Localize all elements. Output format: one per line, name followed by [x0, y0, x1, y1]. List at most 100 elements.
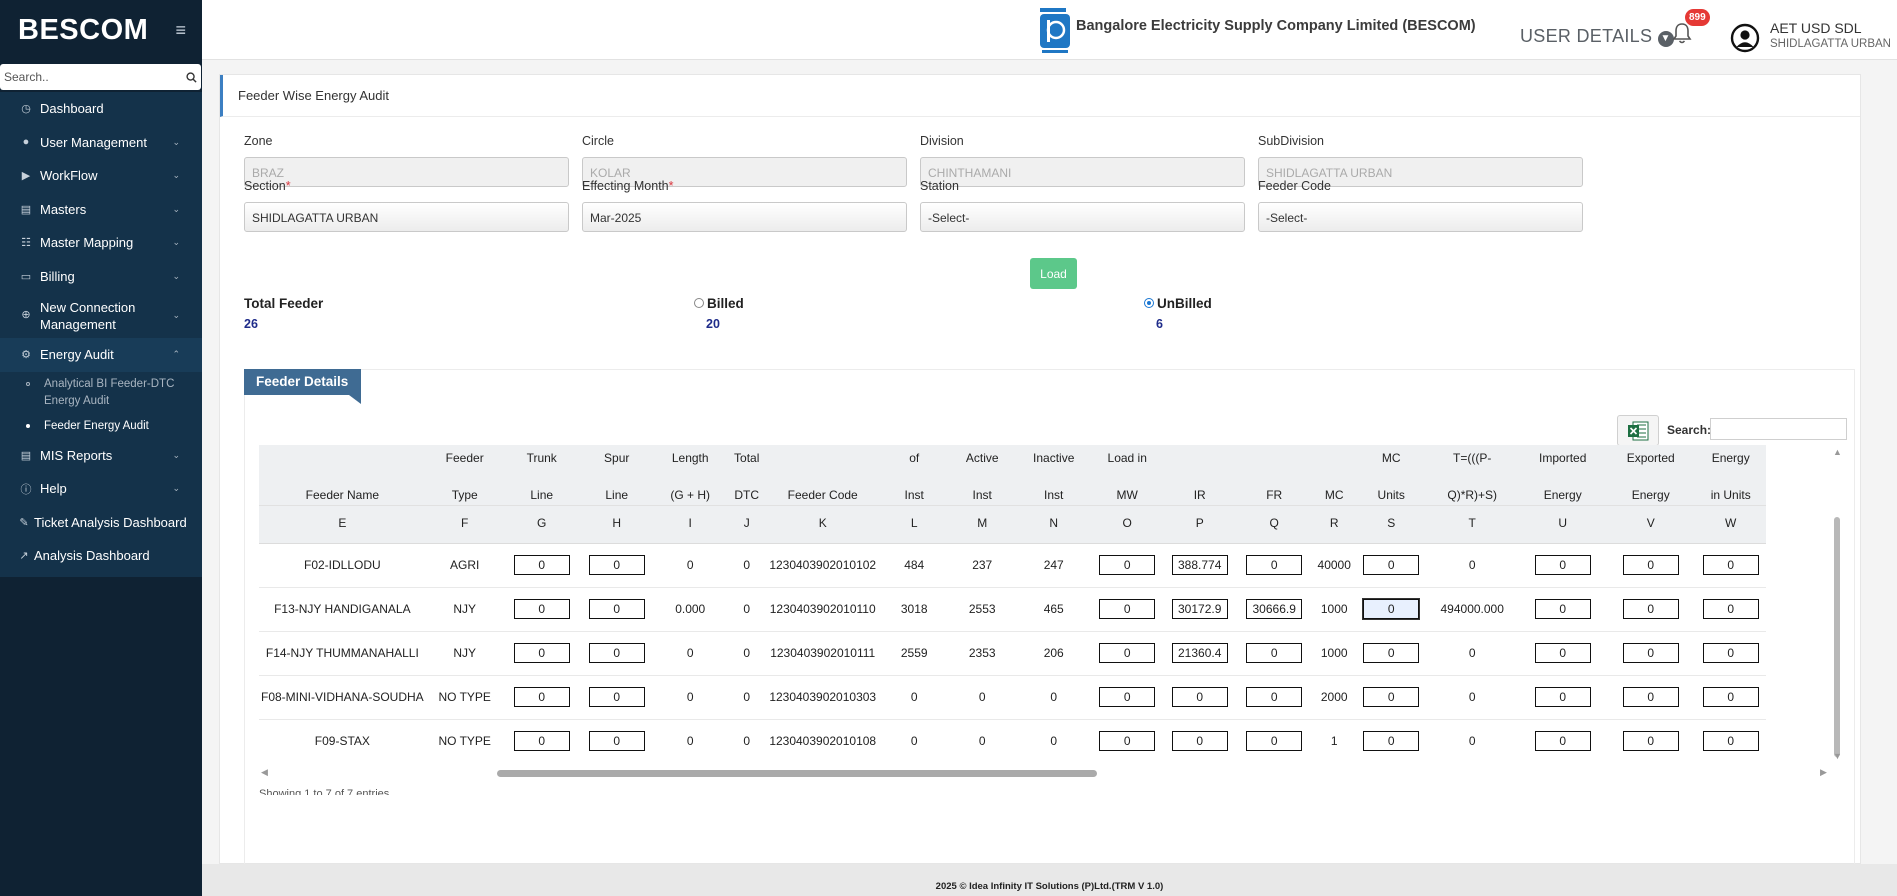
column-header[interactable] — [259, 445, 426, 467]
column-header[interactable]: Feeder — [425, 445, 504, 467]
sidebar-item-billing[interactable]: ▭ Billing ⌄ — [0, 260, 202, 294]
sidebar-search-input[interactable] — [4, 70, 186, 84]
column-header[interactable]: MC — [1310, 467, 1358, 505]
sidebar-item-analysis-dashboard[interactable]: ↗ Analysis Dashboard — [0, 539, 202, 573]
scroll-up-icon[interactable]: ▲ — [1833, 447, 1842, 457]
column-header[interactable]: Exported — [1605, 445, 1696, 467]
hamburger-icon[interactable]: ≡ — [175, 20, 186, 41]
unbilled-radio[interactable]: UnBilled — [1144, 296, 1212, 311]
cell-input-p[interactable] — [1171, 643, 1228, 663]
column-header[interactable]: F — [425, 504, 504, 544]
table-search-input[interactable] — [1710, 418, 1847, 440]
cell-input-q[interactable] — [1246, 643, 1303, 663]
column-header[interactable]: T=(((P- — [1424, 445, 1520, 467]
sidebar-item-new-connection[interactable]: ⊕ New Connection Management ⌄ — [0, 293, 202, 338]
column-header[interactable]: Total — [726, 445, 767, 467]
column-header[interactable]: T — [1424, 504, 1520, 544]
column-header[interactable]: Energy — [1695, 445, 1766, 467]
cell-input-g[interactable] — [513, 555, 570, 575]
column-header[interactable]: Line — [579, 467, 654, 505]
column-header[interactable]: W — [1695, 504, 1766, 544]
cell-input-s[interactable] — [1363, 643, 1420, 663]
cell-input-u[interactable] — [1534, 599, 1591, 619]
column-header[interactable]: MC — [1357, 445, 1425, 467]
cell-input-o[interactable] — [1099, 555, 1156, 575]
column-header[interactable]: E — [259, 504, 426, 544]
cell-input-o[interactable] — [1099, 687, 1156, 707]
column-header[interactable] — [1237, 445, 1311, 467]
cell-input-u[interactable] — [1534, 731, 1591, 751]
user-details-dropdown[interactable]: USER DETAILS ▼ — [1520, 26, 1674, 47]
sidebar-item-masters[interactable]: ▤ Masters ⌄ — [0, 193, 202, 227]
bell-icon[interactable] — [1672, 22, 1692, 44]
column-header[interactable]: Inactive — [1014, 445, 1093, 467]
cell-input-p[interactable] — [1171, 687, 1228, 707]
cell-input-h[interactable] — [588, 599, 645, 619]
brand-logo[interactable]: BESCOM — [18, 14, 148, 47]
cell-input-u[interactable] — [1534, 687, 1591, 707]
horizontal-scroll-thumb[interactable] — [497, 770, 1097, 777]
sidebar-item-mis-reports[interactable]: ▤ MIS Reports ⌄ — [0, 439, 202, 473]
column-header[interactable]: Line — [503, 467, 580, 505]
scroll-down-icon[interactable]: ▼ — [1833, 751, 1842, 761]
cell-input-p[interactable] — [1171, 599, 1228, 619]
cell-input-v[interactable] — [1622, 555, 1679, 575]
cell-input-v[interactable] — [1622, 687, 1679, 707]
cell-input-p[interactable] — [1171, 731, 1228, 751]
sidebar-item-ticket-analysis[interactable]: ✎ Ticket Analysis Dashboard — [0, 506, 202, 540]
search-icon[interactable] — [186, 71, 197, 83]
cell-input-q[interactable] — [1246, 555, 1303, 575]
cell-input-v[interactable] — [1622, 599, 1679, 619]
column-header[interactable]: P — [1161, 504, 1238, 544]
column-header[interactable] — [1310, 445, 1358, 467]
load-button[interactable]: Load — [1030, 258, 1077, 289]
cell-input-o[interactable] — [1099, 731, 1156, 751]
radio-selected-icon[interactable] — [1144, 298, 1154, 309]
cell-input-s[interactable] — [1363, 687, 1420, 707]
column-header[interactable]: Q — [1237, 504, 1311, 544]
column-header[interactable]: Spur — [579, 445, 654, 467]
vertical-scroll-thumb[interactable] — [1834, 517, 1840, 757]
cell-input-w[interactable] — [1702, 687, 1759, 707]
column-header[interactable]: V — [1605, 504, 1696, 544]
cell-input-o[interactable] — [1099, 643, 1156, 663]
column-header[interactable]: Inst — [878, 467, 950, 505]
column-header[interactable]: Active — [949, 445, 1015, 467]
column-header[interactable]: J — [726, 504, 767, 544]
column-header[interactable]: Load in — [1092, 445, 1162, 467]
cell-input-s[interactable] — [1362, 598, 1421, 620]
column-header[interactable]: Inst — [949, 467, 1015, 505]
sidebar-item-energy-audit[interactable]: ⚙ Energy Audit ⌃ — [0, 338, 202, 372]
scroll-right-icon[interactable]: ▶ — [1820, 767, 1827, 778]
user-avatar-icon[interactable] — [1730, 23, 1760, 53]
cell-input-g[interactable] — [513, 599, 570, 619]
column-header[interactable] — [1161, 445, 1238, 467]
excel-export-button[interactable] — [1617, 415, 1659, 446]
cell-input-w[interactable] — [1702, 555, 1759, 575]
column-header[interactable]: FR — [1237, 467, 1311, 505]
column-header[interactable]: G — [503, 504, 580, 544]
cell-input-w[interactable] — [1702, 731, 1759, 751]
column-header[interactable]: M — [949, 504, 1015, 544]
column-header[interactable]: Imported — [1519, 445, 1606, 467]
column-header[interactable]: (G + H) — [653, 467, 727, 505]
sidebar-subitem-analytical-bi[interactable]: Analytical BI Feeder-DTC Energy Audit — [0, 372, 202, 414]
column-header[interactable]: Q)*R)+S) — [1424, 467, 1520, 505]
column-header[interactable]: U — [1519, 504, 1606, 544]
column-header[interactable]: IR — [1161, 467, 1238, 505]
cell-input-v[interactable] — [1622, 731, 1679, 751]
column-header[interactable]: Energy — [1519, 467, 1606, 505]
column-header[interactable]: Energy — [1605, 467, 1696, 505]
cell-input-q[interactable] — [1246, 731, 1303, 751]
cell-input-u[interactable] — [1534, 555, 1591, 575]
cell-input-s[interactable] — [1363, 555, 1420, 575]
column-header[interactable]: N — [1014, 504, 1093, 544]
notification-badge[interactable]: 899 — [1685, 9, 1710, 26]
cell-input-g[interactable] — [513, 687, 570, 707]
cell-input-q[interactable] — [1246, 599, 1303, 619]
cell-input-p[interactable] — [1171, 555, 1228, 575]
sidebar-subitem-feeder-energy-audit[interactable]: Feeder Energy Audit — [0, 414, 202, 439]
column-header[interactable]: in Units — [1695, 467, 1766, 505]
column-header[interactable]: Inst — [1014, 467, 1093, 505]
column-header[interactable]: K — [766, 504, 879, 544]
